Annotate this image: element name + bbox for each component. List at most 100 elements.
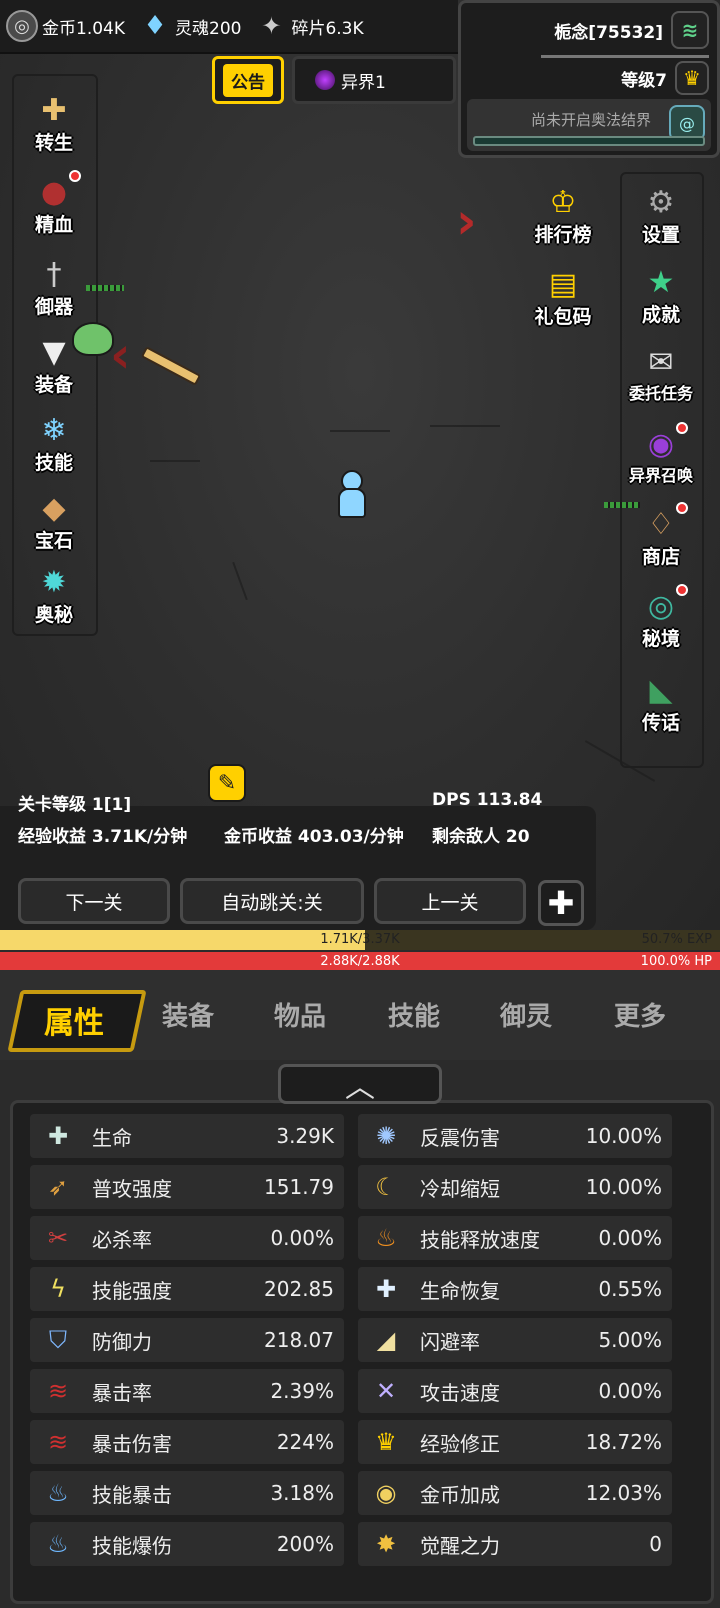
left-menu-item[interactable]: ✹ 奥秘 (19, 560, 89, 627)
right-stat-row[interactable]: ◢ 闪避率 5.00% (358, 1318, 672, 1362)
stat-value: 151.79 (264, 1175, 334, 1199)
right-menu-item[interactable]: ◉ 异界召唤 (626, 422, 696, 486)
stat-value: 224% (276, 1430, 334, 1454)
resource-bar: ◎ 金币1.04K ♦ 灵魂200 ✦ 碎片6.3K (0, 0, 458, 54)
left-menu-item-label: 精血 (34, 214, 73, 236)
left-stat-row[interactable]: ≋ 暴击率 2.39% (30, 1369, 344, 1413)
next-stage-button[interactable]: 下一关 (18, 878, 170, 924)
tab-spirits[interactable]: 御灵 (500, 996, 552, 1033)
left-menu-item[interactable]: † 御器 (19, 252, 89, 319)
sun-badge-icon: ✸ (375, 1530, 397, 1558)
left-stat-row[interactable]: ➶ 普攻强度 151.79 (30, 1165, 344, 1209)
collapse-chevron-icon[interactable]: ︿ (278, 1064, 442, 1105)
feather-icon[interactable]: ✎ (208, 764, 246, 802)
slime-enemy (72, 322, 114, 356)
notification-dot (69, 170, 81, 182)
collapse-left-arrow-icon[interactable]: ‹ (110, 330, 140, 380)
tab-more[interactable]: 更多 (614, 996, 666, 1033)
player-panel[interactable]: 栀念[75532] ≋ 等级7 ♛ 尚未开启奥法结界 @ (458, 0, 720, 158)
exp-income: 经验收益 3.71K/分钟 (18, 827, 188, 847)
stat-label: 防御力 (92, 1329, 152, 1354)
tab-equipment[interactable]: 装备 (162, 996, 214, 1033)
stat-label: 冷却缩短 (420, 1176, 500, 1201)
lightning-icon: ϟ (50, 1275, 66, 1303)
stat-value: 18.72% (585, 1430, 662, 1454)
expand-right-arrow-icon[interactable]: › (456, 196, 486, 246)
right-menu-item[interactable]: ⚙ 设置 (626, 180, 696, 247)
left-menu-item[interactable]: ◆ 宝石 (19, 486, 89, 553)
left-stat-row[interactable]: ✂ 必杀率 0.00% (30, 1216, 344, 1260)
stat-label: 技能爆伤 (92, 1533, 172, 1558)
stat-value: 200% (276, 1532, 334, 1556)
right-menu-item[interactable]: ★ 成就 (626, 260, 696, 327)
stat-value: 5.00% (598, 1328, 662, 1352)
stat-label: 经验修正 (420, 1431, 500, 1456)
stat-label: 闪避率 (420, 1329, 480, 1354)
right-menu-item[interactable]: ♢ 商店 (626, 502, 696, 569)
auto-skip-button[interactable]: 自动跳关:关 (180, 878, 364, 924)
right-stat-row[interactable]: ◉ 金币加成 12.03% (358, 1471, 672, 1515)
arrow-icon: ➶ (47, 1173, 69, 1201)
right-stat-row[interactable]: ✕ 攻击速度 0.00% (358, 1369, 672, 1413)
stat-value: 202.85 (264, 1277, 334, 1301)
notice-button[interactable]: 公告 (212, 56, 284, 104)
stat-label: 金币加成 (420, 1482, 500, 1507)
left-stat-row[interactable]: ✚ 生命 3.29K (30, 1114, 344, 1158)
right-stat-row[interactable]: ♨ 技能释放速度 0.00% (358, 1216, 672, 1260)
coin-icon: ◉ (375, 1479, 397, 1507)
soul-resource: ♦ 灵魂200 (139, 10, 241, 42)
stat-label: 觉醒之力 (420, 1533, 500, 1558)
gold-amount: 金币1.04K (42, 18, 125, 39)
stat-value: 0 (649, 1532, 662, 1556)
stat-value: 2.39% (270, 1379, 334, 1403)
stat-value: 0.00% (598, 1379, 662, 1403)
gold-income: 金币收益 403.03/分钟 (224, 827, 404, 847)
arcane-barrier-panel[interactable]: 尚未开启奥法结界 @ (467, 99, 711, 151)
hp-bar-percent: 100.0% HP (640, 954, 712, 969)
tab-items[interactable]: 物品 (274, 996, 326, 1033)
stat-value: 0.00% (598, 1226, 662, 1250)
hero-character (338, 470, 366, 520)
divider (541, 55, 709, 58)
right-stat-row[interactable]: ✚ 生命恢复 0.55% (358, 1267, 672, 1311)
left-stat-row[interactable]: ≋ 暴击伤害 224% (30, 1420, 344, 1464)
left-menu-item[interactable]: ● 精血 (19, 170, 89, 237)
stat-label: 必杀率 (92, 1227, 152, 1252)
right-stat-row[interactable]: ♛ 经验修正 18.72% (358, 1420, 672, 1464)
stat-label: 暴击伤害 (92, 1431, 172, 1456)
enemy-hp-bar (86, 285, 124, 291)
left-stat-row[interactable]: ⛉ 防御力 218.07 (30, 1318, 344, 1362)
claw-icon: ≋ (47, 1428, 69, 1456)
left-menu-item[interactable]: ❄ 技能 (19, 408, 89, 475)
right-menu-item[interactable]: ✉ 委托任务 (626, 340, 696, 404)
right-menu-item-label: 商店 (641, 546, 680, 568)
right-stat-row[interactable]: ✸ 觉醒之力 0 (358, 1522, 672, 1566)
shield-icon: ⛉ (49, 1326, 67, 1354)
left-stat-row[interactable]: ♨ 技能爆伤 200% (30, 1522, 344, 1566)
blue-flame-icon: ♨ (47, 1530, 69, 1558)
soul-amount: 灵魂200 (175, 18, 242, 39)
gift-code-label: 礼包码 (534, 306, 592, 328)
left-stat-row[interactable]: ϟ 技能强度 202.85 (30, 1267, 344, 1311)
arcane-barrier-progress (473, 136, 705, 146)
realm-button[interactable]: 异界1 (292, 56, 456, 104)
class-badge-icon[interactable]: ≋ (671, 11, 709, 49)
health-cross-icon: ✚ (47, 1122, 69, 1150)
tab-skills[interactable]: 技能 (388, 996, 440, 1033)
right-menu-item-label: 设置 (641, 224, 680, 246)
right-menu-item-label: 成就 (641, 304, 680, 326)
gift-code-button[interactable]: ▤ 礼包码 (523, 262, 603, 329)
stat-value: 10.00% (585, 1175, 662, 1199)
right-menu-item[interactable]: ◣ 传话 (626, 668, 696, 735)
right-stat-row[interactable]: ☾ 冷却缩短 10.00% (358, 1165, 672, 1209)
right-stat-row[interactable]: ✺ 反震伤害 10.00% (358, 1114, 672, 1158)
slash-icon: ✂ (47, 1224, 69, 1252)
right-menu-item[interactable]: ◎ 秘境 (626, 584, 696, 651)
regen-icon: ✚ (375, 1275, 397, 1303)
plus-icon[interactable]: ✚ (538, 880, 584, 926)
shard-resource: ✦ 碎片6.3K (255, 10, 363, 42)
leaderboard-button[interactable]: ♔ 排行榜 (523, 180, 603, 247)
prev-stage-button[interactable]: 上一关 (374, 878, 526, 924)
left-menu-item[interactable]: ✚ 转生 (19, 88, 89, 155)
left-stat-row[interactable]: ♨ 技能暴击 3.18% (30, 1471, 344, 1515)
